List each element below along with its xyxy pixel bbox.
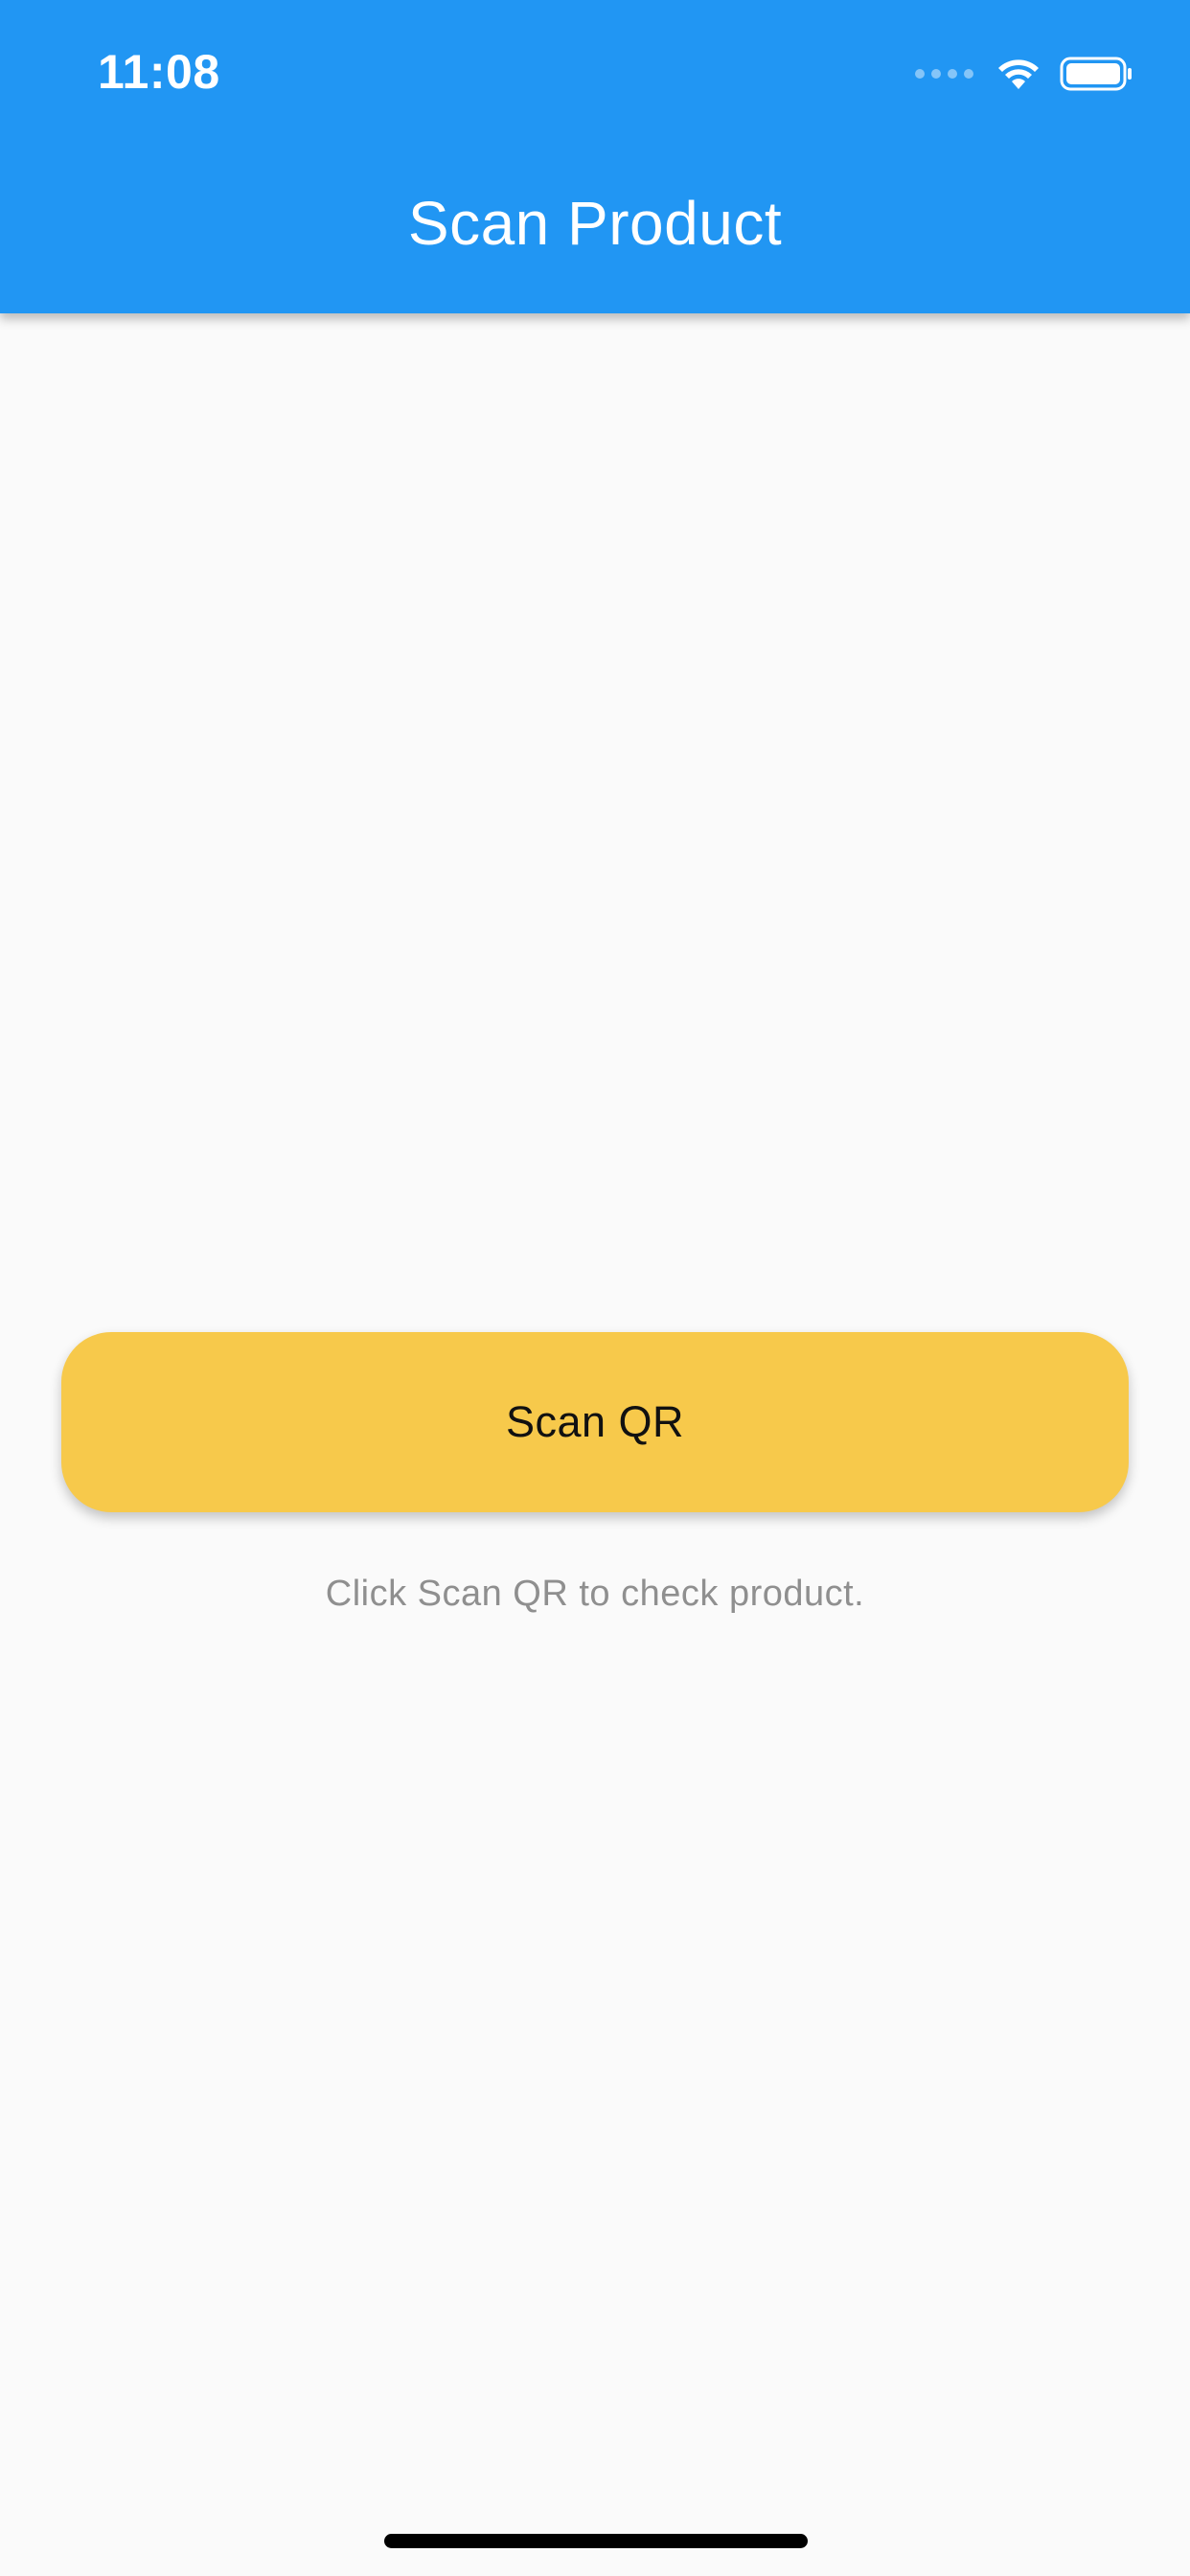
wifi-icon (998, 59, 1039, 89)
battery-icon (1060, 57, 1132, 91)
status-icons (915, 50, 1134, 98)
hint-text: Click Scan QR to check product. (325, 1574, 865, 1614)
home-indicator[interactable] (384, 2534, 808, 2548)
scan-qr-button[interactable]: Scan QR (61, 1332, 1129, 1512)
app-bar: 11:08 Scan Product (0, 0, 1190, 313)
scan-qr-button-label: Scan QR (505, 1397, 685, 1446)
status-time: 11:08 (98, 45, 220, 99)
page-title: Scan Product (407, 189, 783, 258)
cellular-signal-icon (915, 69, 973, 79)
